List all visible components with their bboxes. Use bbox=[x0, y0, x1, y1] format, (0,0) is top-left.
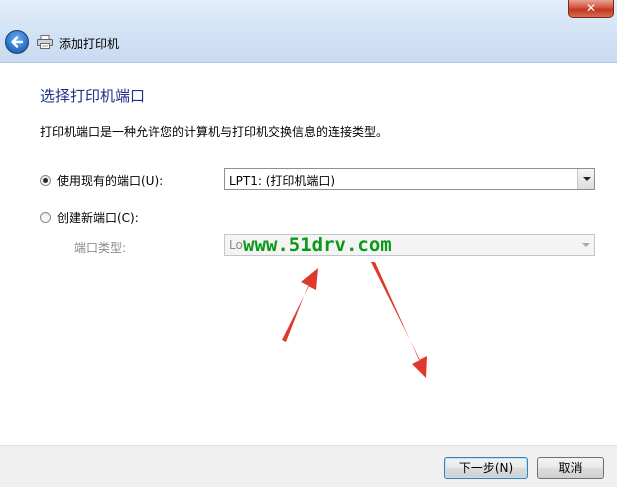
close-button[interactable]: ✕ bbox=[568, 0, 614, 18]
back-arrow-icon bbox=[11, 36, 24, 48]
existing-port-value: LPT1: (打印机端口) bbox=[229, 174, 336, 188]
existing-port-select[interactable]: LPT1: (打印机端口) bbox=[224, 168, 595, 190]
wizard-footer: 下一步(N) 取消 bbox=[0, 445, 617, 487]
create-new-port-label[interactable]: 创建新端口(C): bbox=[57, 209, 139, 226]
chevron-down-icon[interactable] bbox=[577, 169, 594, 189]
use-existing-port-radio[interactable] bbox=[40, 175, 51, 186]
printer-icon bbox=[37, 35, 53, 49]
chevron-down-icon bbox=[577, 235, 594, 255]
port-type-label: 端口类型: bbox=[74, 241, 127, 255]
page-title: 选择打印机端口 bbox=[40, 87, 146, 105]
use-existing-port-label[interactable]: 使用现有的端口(U): bbox=[57, 172, 163, 189]
cancel-button[interactable]: 取消 bbox=[537, 457, 604, 479]
create-new-port-radio[interactable] bbox=[40, 212, 51, 223]
back-button[interactable] bbox=[5, 30, 29, 54]
wizard-content: 选择打印机端口 打印机端口是一种允许您的计算机与打印机交换信息的连接类型。 使用… bbox=[0, 63, 617, 445]
window-title: 添加打印机 bbox=[59, 37, 120, 51]
port-type-value: Lo bbox=[229, 238, 243, 252]
next-button[interactable]: 下一步(N) bbox=[444, 457, 528, 479]
watermark-text: www.51drv.com bbox=[243, 234, 392, 256]
title-bar: ✕ 添加打印机 bbox=[0, 0, 617, 63]
page-description: 打印机端口是一种允许您的计算机与打印机交换信息的连接类型。 bbox=[40, 125, 389, 139]
